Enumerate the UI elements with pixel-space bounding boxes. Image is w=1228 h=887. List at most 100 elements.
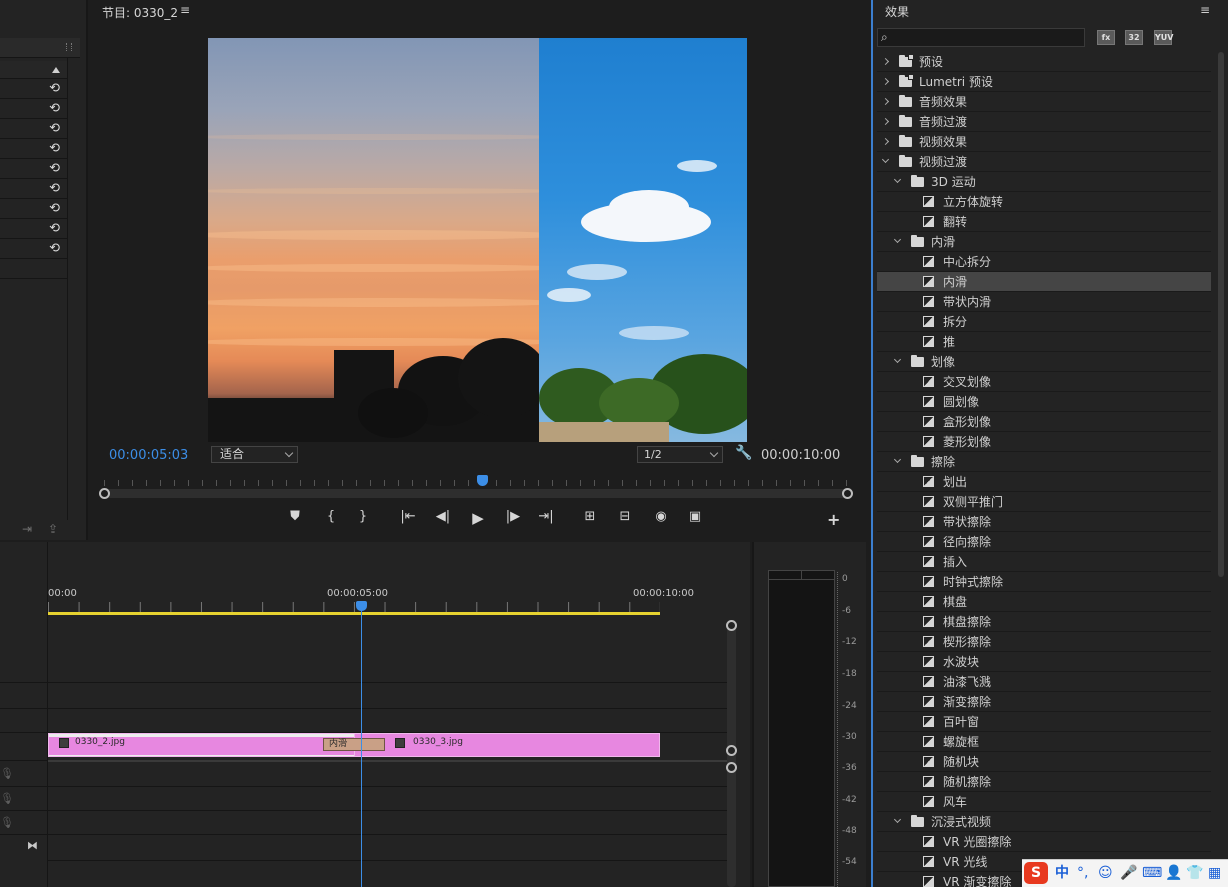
voice-icon[interactable]: 🎤 [1120, 865, 1137, 881]
effect-item[interactable]: 水波块 [877, 652, 1211, 672]
effect-item[interactable]: 立方体旋转 [877, 192, 1211, 212]
step-forward-icon[interactable]: |▶ [503, 509, 523, 524]
effect-item[interactable]: 随机块 [877, 752, 1211, 772]
emoji-icon[interactable]: ☺ [1098, 865, 1113, 881]
sogou-logo-icon[interactable]: S [1024, 862, 1048, 884]
effect-item[interactable]: 交叉划像 [877, 372, 1211, 392]
audio-track[interactable] [48, 810, 728, 834]
skin-icon[interactable]: 👕 [1186, 865, 1203, 881]
project-row[interactable]: ⟲ [0, 219, 68, 239]
timeline-playhead-icon[interactable] [356, 601, 367, 611]
zoom-select[interactable]: 适合 [211, 446, 298, 463]
reset-icon[interactable]: ⟲ [49, 82, 60, 95]
extract-icon[interactable]: ⊟ [615, 509, 635, 524]
audio-track[interactable] [48, 786, 728, 810]
wrench-icon[interactable]: 🔧 [735, 445, 752, 461]
effect-folder[interactable]: 沉浸式视频 [877, 812, 1211, 832]
timeline-ruler[interactable] [48, 602, 660, 612]
zoom-scrollbar[interactable] [99, 488, 853, 499]
scroll-handle-bottom[interactable] [726, 762, 737, 773]
effect-item[interactable]: 划出 [877, 472, 1211, 492]
sort-ascending-icon[interactable] [52, 67, 60, 73]
chevron-down-icon[interactable] [893, 815, 902, 824]
effect-item[interactable]: 推 [877, 332, 1211, 352]
effect-item[interactable]: 双侧平推门 [877, 492, 1211, 512]
effect-folder[interactable]: 划像 [877, 352, 1211, 372]
grip-icon[interactable] [66, 43, 72, 51]
panel-menu-icon[interactable]: ≡ [1200, 3, 1210, 17]
reset-icon[interactable]: ⟲ [49, 222, 60, 235]
accelerated-effects-icon[interactable]: fx [1097, 30, 1115, 45]
effect-item[interactable]: VR 光圈擦除 [877, 832, 1211, 852]
effects-scrollbar[interactable] [1218, 52, 1224, 577]
playhead-icon[interactable] [477, 475, 488, 486]
chevron-right-icon[interactable] [881, 97, 890, 106]
effect-item[interactable]: 拆分 [877, 312, 1211, 332]
button-editor-add-icon[interactable]: + [827, 510, 840, 529]
effects-search-input[interactable]: ⌕ [877, 28, 1085, 47]
project-row[interactable]: ⟲ [0, 119, 68, 139]
32-bit-effects-icon[interactable]: 32 [1125, 30, 1143, 45]
sort-row[interactable] [0, 61, 68, 79]
effect-folder[interactable]: 内滑 [877, 232, 1211, 252]
clip[interactable]: 0330_3.jpg [354, 733, 660, 757]
audio-track[interactable] [48, 760, 728, 786]
effect-folder[interactable]: 视频效果 [877, 132, 1211, 152]
chevron-down-icon[interactable] [881, 155, 890, 164]
effect-folder[interactable]: Lumetri 预设 [877, 72, 1211, 92]
mark-out-icon[interactable]: } [353, 509, 373, 524]
effects-panel-title[interactable]: 效果 [885, 3, 909, 20]
comparison-view-icon[interactable]: ▣ [685, 509, 705, 524]
project-row[interactable] [0, 259, 68, 279]
reset-icon[interactable]: ⟲ [49, 162, 60, 175]
effect-item[interactable]: 棋盘 [877, 592, 1211, 612]
effect-item[interactable]: 百叶窗 [877, 712, 1211, 732]
project-row[interactable]: ⟲ [0, 199, 68, 219]
punctuation-icon[interactable]: °, [1077, 865, 1088, 881]
chinese-mode-icon[interactable]: 中 [1055, 865, 1069, 881]
effect-item[interactable]: 内滑 [877, 272, 1211, 292]
effect-folder[interactable]: 擦除 [877, 452, 1211, 472]
project-row[interactable]: ⟲ [0, 159, 68, 179]
project-row[interactable]: ⟲ [0, 139, 68, 159]
reset-icon[interactable]: ⟲ [49, 142, 60, 155]
effect-folder[interactable]: 音频过渡 [877, 112, 1211, 132]
reset-icon[interactable]: ⟲ [49, 122, 60, 135]
effect-item[interactable]: 棋盘擦除 [877, 612, 1211, 632]
project-row[interactable]: ⟲ [0, 239, 68, 259]
program-monitor-title[interactable]: 节目: 0330_2 [102, 4, 178, 21]
go-to-in-icon[interactable]: |⇤ [398, 509, 418, 524]
toolbox-icon[interactable]: ▦ [1208, 865, 1221, 881]
video-track[interactable] [48, 708, 728, 732]
project-row[interactable]: ⟲ [0, 79, 68, 99]
effect-item[interactable]: 翻转 [877, 212, 1211, 232]
effect-item[interactable]: 圆划像 [877, 392, 1211, 412]
yuv-effects-icon[interactable]: YUV [1154, 30, 1173, 45]
chevron-down-icon[interactable] [893, 175, 902, 184]
chevron-right-icon[interactable] [881, 117, 890, 126]
export-frame-icon[interactable]: ◉ [651, 509, 671, 524]
transition-clip[interactable]: 内滑 [323, 738, 385, 751]
master-track-icon[interactable]: ⧓ [27, 839, 38, 852]
work-area-bar[interactable] [48, 612, 660, 615]
reset-icon[interactable]: ⟲ [49, 102, 60, 115]
video-frame[interactable] [208, 38, 747, 442]
effect-item[interactable]: 风车 [877, 792, 1211, 812]
user-icon[interactable]: 👤 [1165, 865, 1182, 881]
project-row[interactable]: ⟲ [0, 179, 68, 199]
overwrite-icon[interactable]: ⇪ [48, 522, 58, 536]
effect-item[interactable]: 渐变擦除 [877, 692, 1211, 712]
chevron-right-icon[interactable] [881, 57, 890, 66]
lift-icon[interactable]: ⊞ [580, 509, 600, 524]
effect-item[interactable]: 盒形划像 [877, 412, 1211, 432]
project-row[interactable]: ⟲ [0, 99, 68, 119]
chevron-right-icon[interactable] [881, 137, 890, 146]
effect-item[interactable]: 随机擦除 [877, 772, 1211, 792]
scroll-handle-top[interactable] [726, 620, 737, 631]
marker-icon[interactable]: ⛊ [285, 509, 305, 524]
effect-item[interactable]: 中心拆分 [877, 252, 1211, 272]
chevron-down-icon[interactable] [893, 235, 902, 244]
master-track[interactable] [48, 834, 728, 860]
effect-folder[interactable]: 3D 运动 [877, 172, 1211, 192]
chevron-down-icon[interactable] [893, 455, 902, 464]
